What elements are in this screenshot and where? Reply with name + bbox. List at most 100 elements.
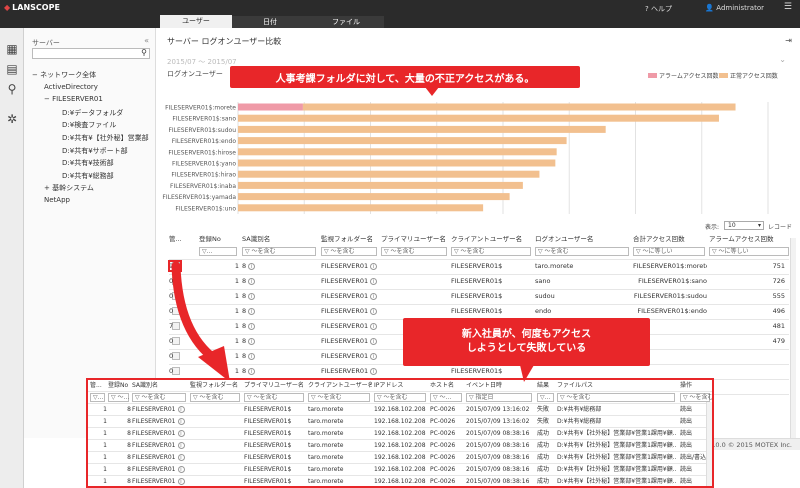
report-icon[interactable]: ▤ (5, 62, 19, 76)
filter-input[interactable]: ▽ 〜... (108, 393, 129, 402)
admin-menu[interactable]: 👤 Administrator (705, 4, 764, 12)
chevron-down-icon[interactable]: ⌄ (779, 55, 786, 64)
gear-icon[interactable]: ✲ (5, 112, 19, 126)
column-header[interactable]: SA識別名 (132, 380, 188, 391)
filter-input[interactable]: ▽ 〜を含む (308, 393, 370, 402)
filter-input[interactable]: ▽ 〜に等しい (709, 247, 789, 256)
column-header[interactable]: 結果 (537, 380, 556, 391)
tree-item[interactable]: + 基幹システム (44, 183, 94, 193)
bar[interactable] (238, 204, 484, 212)
tree-item[interactable]: − ネットワーク全体 (32, 70, 96, 80)
column-header[interactable]: ホスト名 (430, 380, 464, 391)
settings-icon[interactable]: ☰ (784, 2, 792, 12)
calendar-icon[interactable]: ▦ (5, 42, 19, 56)
filter-input[interactable]: ▽ 〜... (430, 393, 462, 402)
bar[interactable] (302, 103, 736, 111)
collapse-icon[interactable]: − (44, 95, 52, 103)
info-icon[interactable]: i (177, 406, 185, 413)
column-header[interactable]: ファイルパス (557, 380, 677, 391)
filter-input[interactable]: ▽ 〜を含む (381, 247, 447, 256)
search-icon[interactable]: ⚲ (5, 82, 19, 96)
info-icon[interactable]: i (177, 466, 185, 473)
tab-file[interactable]: ファイル (308, 16, 384, 28)
bar[interactable] (238, 181, 523, 189)
info-icon[interactable]: i (248, 262, 256, 270)
info-icon[interactable]: i (177, 442, 185, 449)
info-icon[interactable]: i (248, 277, 256, 285)
tree-item[interactable]: D:¥共有¥技術部 (62, 158, 114, 168)
column-header[interactable]: 監視フォルダー名 (190, 380, 242, 391)
info-icon[interactable]: i (370, 337, 378, 345)
tree-item[interactable]: − FILESERVER01 (44, 95, 103, 103)
column-header[interactable]: 管... (169, 233, 197, 245)
filter-input[interactable]: ▽... (199, 247, 237, 256)
tree-item[interactable]: NetApp (44, 196, 70, 204)
tree-item[interactable]: D:¥共有¥サポート部 (62, 146, 128, 156)
scrollbar[interactable] (706, 402, 712, 486)
column-header[interactable]: アラームアクセス回数 (709, 233, 791, 245)
column-header[interactable]: 合計アクセス回数 (633, 233, 707, 245)
bar[interactable] (238, 125, 606, 133)
info-icon[interactable]: i (248, 337, 256, 345)
bar[interactable] (238, 170, 540, 178)
filter-input[interactable]: ▽ 〜を含む (321, 247, 377, 256)
sidebar-search-input[interactable]: ⚲ (32, 48, 150, 59)
info-icon[interactable]: i (248, 292, 256, 300)
bar[interactable] (238, 103, 303, 111)
bar[interactable] (238, 137, 567, 145)
column-header[interactable]: SA識別名 (242, 233, 318, 245)
column-header[interactable]: 登録No (108, 380, 131, 391)
filter-input[interactable]: ▽ 〜を含む (374, 393, 426, 402)
column-header[interactable]: プライマリユーザー名 (381, 233, 449, 245)
tree-item[interactable]: D:¥検査ファイル (62, 120, 116, 130)
tree-item[interactable]: D:¥共有¥【社外秘】営業部 (62, 133, 149, 143)
tree-item[interactable]: D:¥共有¥総務部 (62, 171, 114, 181)
info-icon[interactable]: i (177, 418, 185, 425)
rows-per-page-select[interactable]: 10 ▾ (724, 221, 764, 230)
column-header[interactable]: クライアントユーザー名 (308, 380, 372, 391)
scrollbar[interactable] (790, 238, 796, 438)
info-icon[interactable]: i (370, 292, 378, 300)
filter-input[interactable]: ▽... (90, 393, 105, 402)
column-header[interactable]: ログオンユーザー名 (535, 233, 631, 245)
filter-input[interactable]: ▽ 〜を含む (242, 247, 316, 256)
column-header[interactable]: 操作 (680, 380, 712, 391)
info-icon[interactable]: i (370, 262, 378, 270)
filter-input[interactable]: ▽ 〜を含む (557, 393, 675, 402)
filter-input[interactable]: ▽ 指定日 (466, 393, 532, 402)
tab-user[interactable]: ユーザー (160, 15, 232, 28)
help-link[interactable]: ? ヘルプ (645, 4, 672, 14)
info-icon[interactable]: i (248, 352, 256, 360)
filter-input[interactable]: ▽ 〜を含む (190, 393, 240, 402)
column-header[interactable]: クライアントユーザー名 (451, 233, 533, 245)
column-header[interactable]: 監視フォルダー名 (321, 233, 379, 245)
column-header[interactable]: 管... (90, 380, 107, 391)
expand-icon[interactable]: + (44, 184, 52, 192)
tab-date[interactable]: 日付 (232, 16, 308, 28)
filter-input[interactable]: ▽ 〜を含む (535, 247, 629, 256)
column-header[interactable]: 登録No (199, 233, 239, 245)
filter-input[interactable]: ▽ 〜を含む (132, 393, 186, 402)
column-header[interactable]: プライマリユーザー名 (244, 380, 306, 391)
info-icon[interactable]: i (177, 454, 185, 461)
info-icon[interactable]: i (370, 307, 378, 315)
collapse-icon[interactable]: − (32, 71, 40, 79)
tree-item[interactable]: D:¥データフォルダ (62, 108, 123, 118)
bar[interactable] (238, 159, 556, 167)
filter-input[interactable]: ▽ 〜を含む (451, 247, 531, 256)
column-header[interactable]: IPアドレス (374, 380, 428, 391)
bar[interactable] (238, 148, 557, 156)
tree-item[interactable]: ActiveDirectory (44, 83, 98, 91)
info-icon[interactable]: i (177, 430, 185, 437)
info-icon[interactable]: i (248, 307, 256, 315)
filter-input[interactable]: ▽ 〜に等しい (633, 247, 705, 256)
filter-input[interactable]: ▽ 〜を含む (680, 393, 712, 402)
export-icon[interactable]: ⇥ (785, 36, 792, 45)
info-icon[interactable]: i (248, 367, 256, 375)
info-icon[interactable]: i (370, 322, 378, 330)
bar[interactable] (238, 193, 510, 201)
info-icon[interactable]: i (370, 367, 378, 375)
collapse-icon[interactable]: « (144, 36, 149, 45)
info-icon[interactable]: i (248, 322, 256, 330)
filter-input[interactable]: ▽... (537, 393, 554, 402)
